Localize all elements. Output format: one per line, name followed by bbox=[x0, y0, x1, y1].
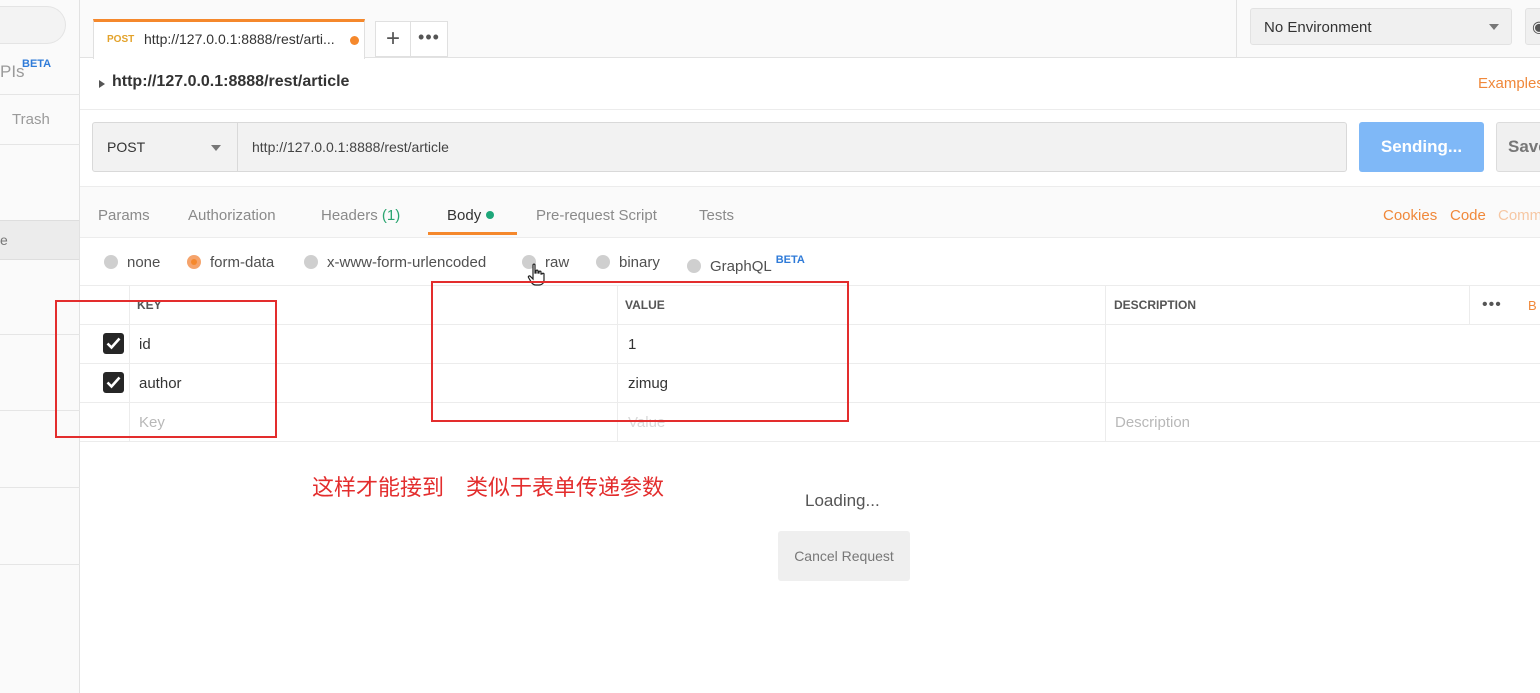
divider bbox=[0, 564, 80, 565]
environment-selected-label: No Environment bbox=[1264, 19, 1372, 36]
new-tab-button[interactable]: + bbox=[375, 21, 411, 57]
radio-circle-icon bbox=[596, 255, 610, 269]
body-type-radio-group: none form-data x-www-form-urlencoded raw… bbox=[80, 238, 1540, 286]
radio-none-label: none bbox=[127, 254, 161, 271]
radio-circle-icon bbox=[104, 255, 118, 269]
request-title[interactable]: http://127.0.0.1:8888/rest/article bbox=[112, 73, 349, 91]
tab-params[interactable]: Params bbox=[98, 207, 150, 224]
tab-more-button[interactable]: ••• bbox=[411, 21, 448, 57]
beta-badge: BETA bbox=[775, 254, 805, 266]
chevron-down-icon bbox=[1489, 24, 1499, 30]
sidebar-search-input[interactable] bbox=[0, 6, 66, 44]
cookies-link[interactable]: Cookies bbox=[1383, 207, 1437, 224]
radio-circle-icon bbox=[304, 255, 318, 269]
radio-raw-label: raw bbox=[545, 254, 570, 271]
eye-icon: ◉ bbox=[1532, 19, 1540, 36]
tab-body[interactable]: Body bbox=[447, 207, 495, 224]
loading-text: Loading... bbox=[805, 491, 880, 510]
description-cell[interactable] bbox=[1105, 325, 1540, 363]
examples-link[interactable]: Examples bbox=[1478, 75, 1540, 92]
radio-binary[interactable]: binary bbox=[596, 254, 660, 271]
annotation-box-values bbox=[431, 281, 849, 422]
sidebar-collection-item-selected[interactable]: e bbox=[0, 220, 79, 260]
radio-form-data[interactable]: form-data bbox=[187, 254, 274, 271]
sidebar-item-apis[interactable]: PIs bbox=[0, 62, 25, 82]
bulk-edit-link[interactable]: B bbox=[1528, 298, 1537, 313]
environment-bar: No Environment ◉ bbox=[1236, 0, 1540, 58]
comments-link[interactable]: Comm bbox=[1498, 207, 1540, 224]
annotation-box-keys bbox=[55, 300, 277, 438]
divider bbox=[0, 94, 80, 95]
method-label: POST bbox=[107, 139, 146, 155]
sidebar-item-trash[interactable]: Trash bbox=[12, 111, 50, 128]
radio-binary-label: binary bbox=[619, 254, 660, 271]
code-link[interactable]: Code bbox=[1450, 207, 1486, 224]
tab-headers-label: Headers bbox=[321, 207, 378, 224]
tab-body-label: Body bbox=[447, 207, 482, 224]
divider bbox=[0, 487, 80, 488]
unsaved-dot-icon bbox=[350, 36, 359, 45]
tab-authorization[interactable]: Authorization bbox=[188, 207, 276, 224]
description-cell[interactable] bbox=[1105, 364, 1540, 402]
divider bbox=[0, 144, 80, 145]
radio-circle-icon bbox=[687, 259, 701, 273]
radio-form-data-label: form-data bbox=[210, 254, 275, 271]
request-subtabs: Params Authorization Headers (1) Body Pr… bbox=[80, 186, 1540, 238]
headers-count: (1) bbox=[381, 207, 401, 224]
annotation-text: 这样才能接到 类似于表单传递参数 bbox=[312, 476, 665, 501]
radio-urlencoded-label: x-www-form-urlencoded bbox=[327, 254, 487, 271]
environment-select[interactable]: No Environment bbox=[1250, 8, 1512, 45]
tab-pre-request-script[interactable]: Pre-request Script bbox=[536, 207, 657, 224]
radio-selected-icon bbox=[187, 255, 201, 269]
url-value: http://127.0.0.1:8888/rest/article bbox=[252, 139, 449, 155]
caret-right-icon[interactable] bbox=[99, 80, 105, 88]
request-title-row: http://127.0.0.1:8888/rest/article Examp… bbox=[80, 58, 1540, 110]
request-tab-active[interactable]: POST http://127.0.0.1:8888/rest/arti... bbox=[93, 19, 365, 59]
method-select[interactable]: POST bbox=[92, 122, 238, 172]
more-options-button[interactable]: ••• bbox=[1482, 296, 1502, 314]
description-header: DESCRIPTION bbox=[1114, 298, 1197, 312]
save-button[interactable]: Save bbox=[1496, 122, 1540, 172]
radio-graphql-label: GraphQL bbox=[710, 258, 772, 275]
request-tab-bar: POST http://127.0.0.1:8888/rest/arti... … bbox=[80, 0, 1236, 59]
description-input[interactable]: Description bbox=[1105, 403, 1540, 441]
send-button[interactable]: Sending... bbox=[1359, 122, 1484, 172]
tab-name: http://127.0.0.1:8888/rest/arti... bbox=[144, 31, 335, 47]
sidebar-item-label: e bbox=[0, 232, 8, 248]
chevron-down-icon bbox=[211, 145, 221, 151]
radio-x-www-form-urlencoded[interactable]: x-www-form-urlencoded bbox=[304, 254, 486, 271]
tab-headers[interactable]: Headers (1) bbox=[321, 207, 400, 224]
tab-method-label: POST bbox=[107, 34, 135, 45]
radio-graphql[interactable]: GraphQL BETA bbox=[687, 254, 805, 275]
cancel-request-button[interactable]: Cancel Request bbox=[778, 531, 910, 581]
body-indicator-dot-icon bbox=[486, 211, 495, 219]
tab-tests[interactable]: Tests bbox=[699, 207, 734, 224]
environment-quick-look-button[interactable]: ◉ bbox=[1525, 8, 1540, 45]
radio-none[interactable]: none bbox=[104, 254, 160, 271]
description-placeholder: Description bbox=[1115, 414, 1191, 431]
url-input[interactable]: http://127.0.0.1:8888/rest/article bbox=[237, 122, 1347, 172]
active-tab-underline bbox=[428, 232, 517, 235]
beta-badge: BETA bbox=[22, 58, 52, 70]
